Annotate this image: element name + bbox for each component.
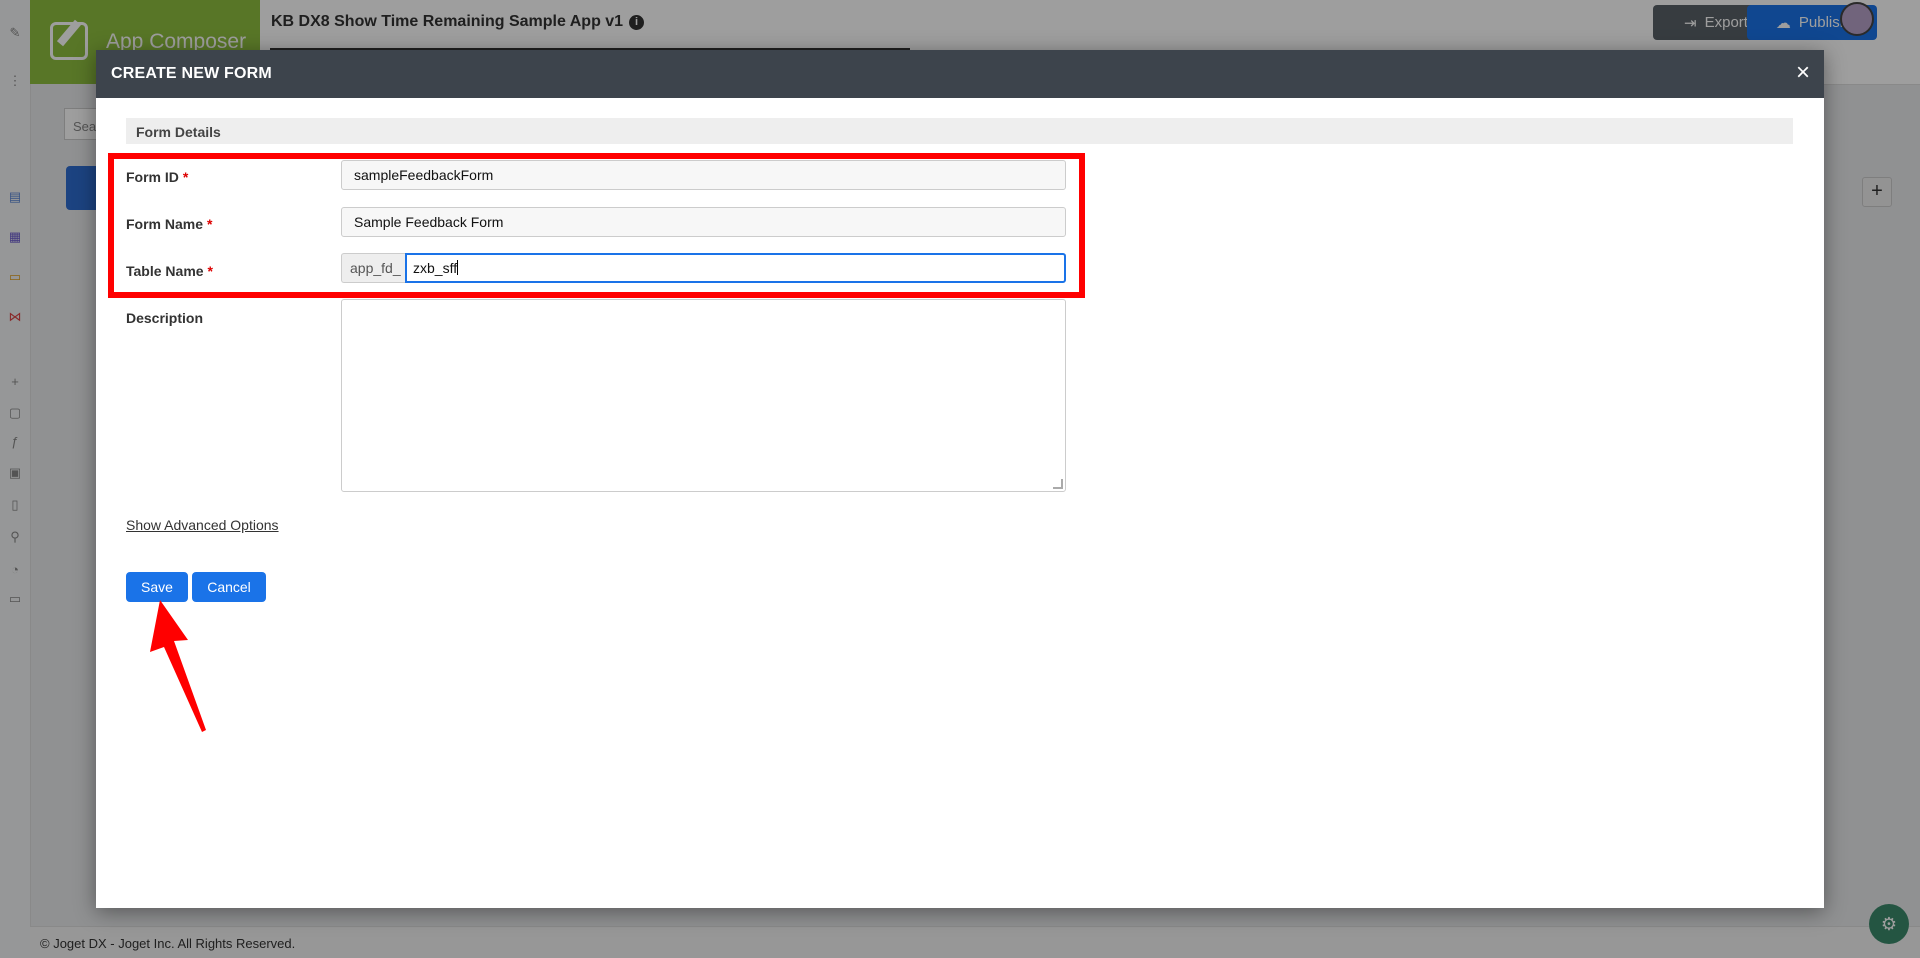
highlight-box <box>108 153 1085 298</box>
description-textarea[interactable] <box>341 299 1066 492</box>
form-details-section: Form Details <box>126 118 1793 144</box>
section-title: Form Details <box>136 124 221 140</box>
cancel-button[interactable]: Cancel <box>192 572 266 602</box>
save-button[interactable]: Save <box>126 572 188 602</box>
dialog-header: CREATE NEW FORM × <box>96 50 1824 98</box>
pointer-arrow-icon <box>150 600 206 732</box>
dialog-title: CREATE NEW FORM <box>111 65 272 82</box>
description-label: Description <box>126 310 204 326</box>
resize-grip-icon[interactable] <box>1053 479 1063 489</box>
show-advanced-options-link[interactable]: Show Advanced Options <box>126 517 279 533</box>
close-icon[interactable]: × <box>1796 61 1810 85</box>
